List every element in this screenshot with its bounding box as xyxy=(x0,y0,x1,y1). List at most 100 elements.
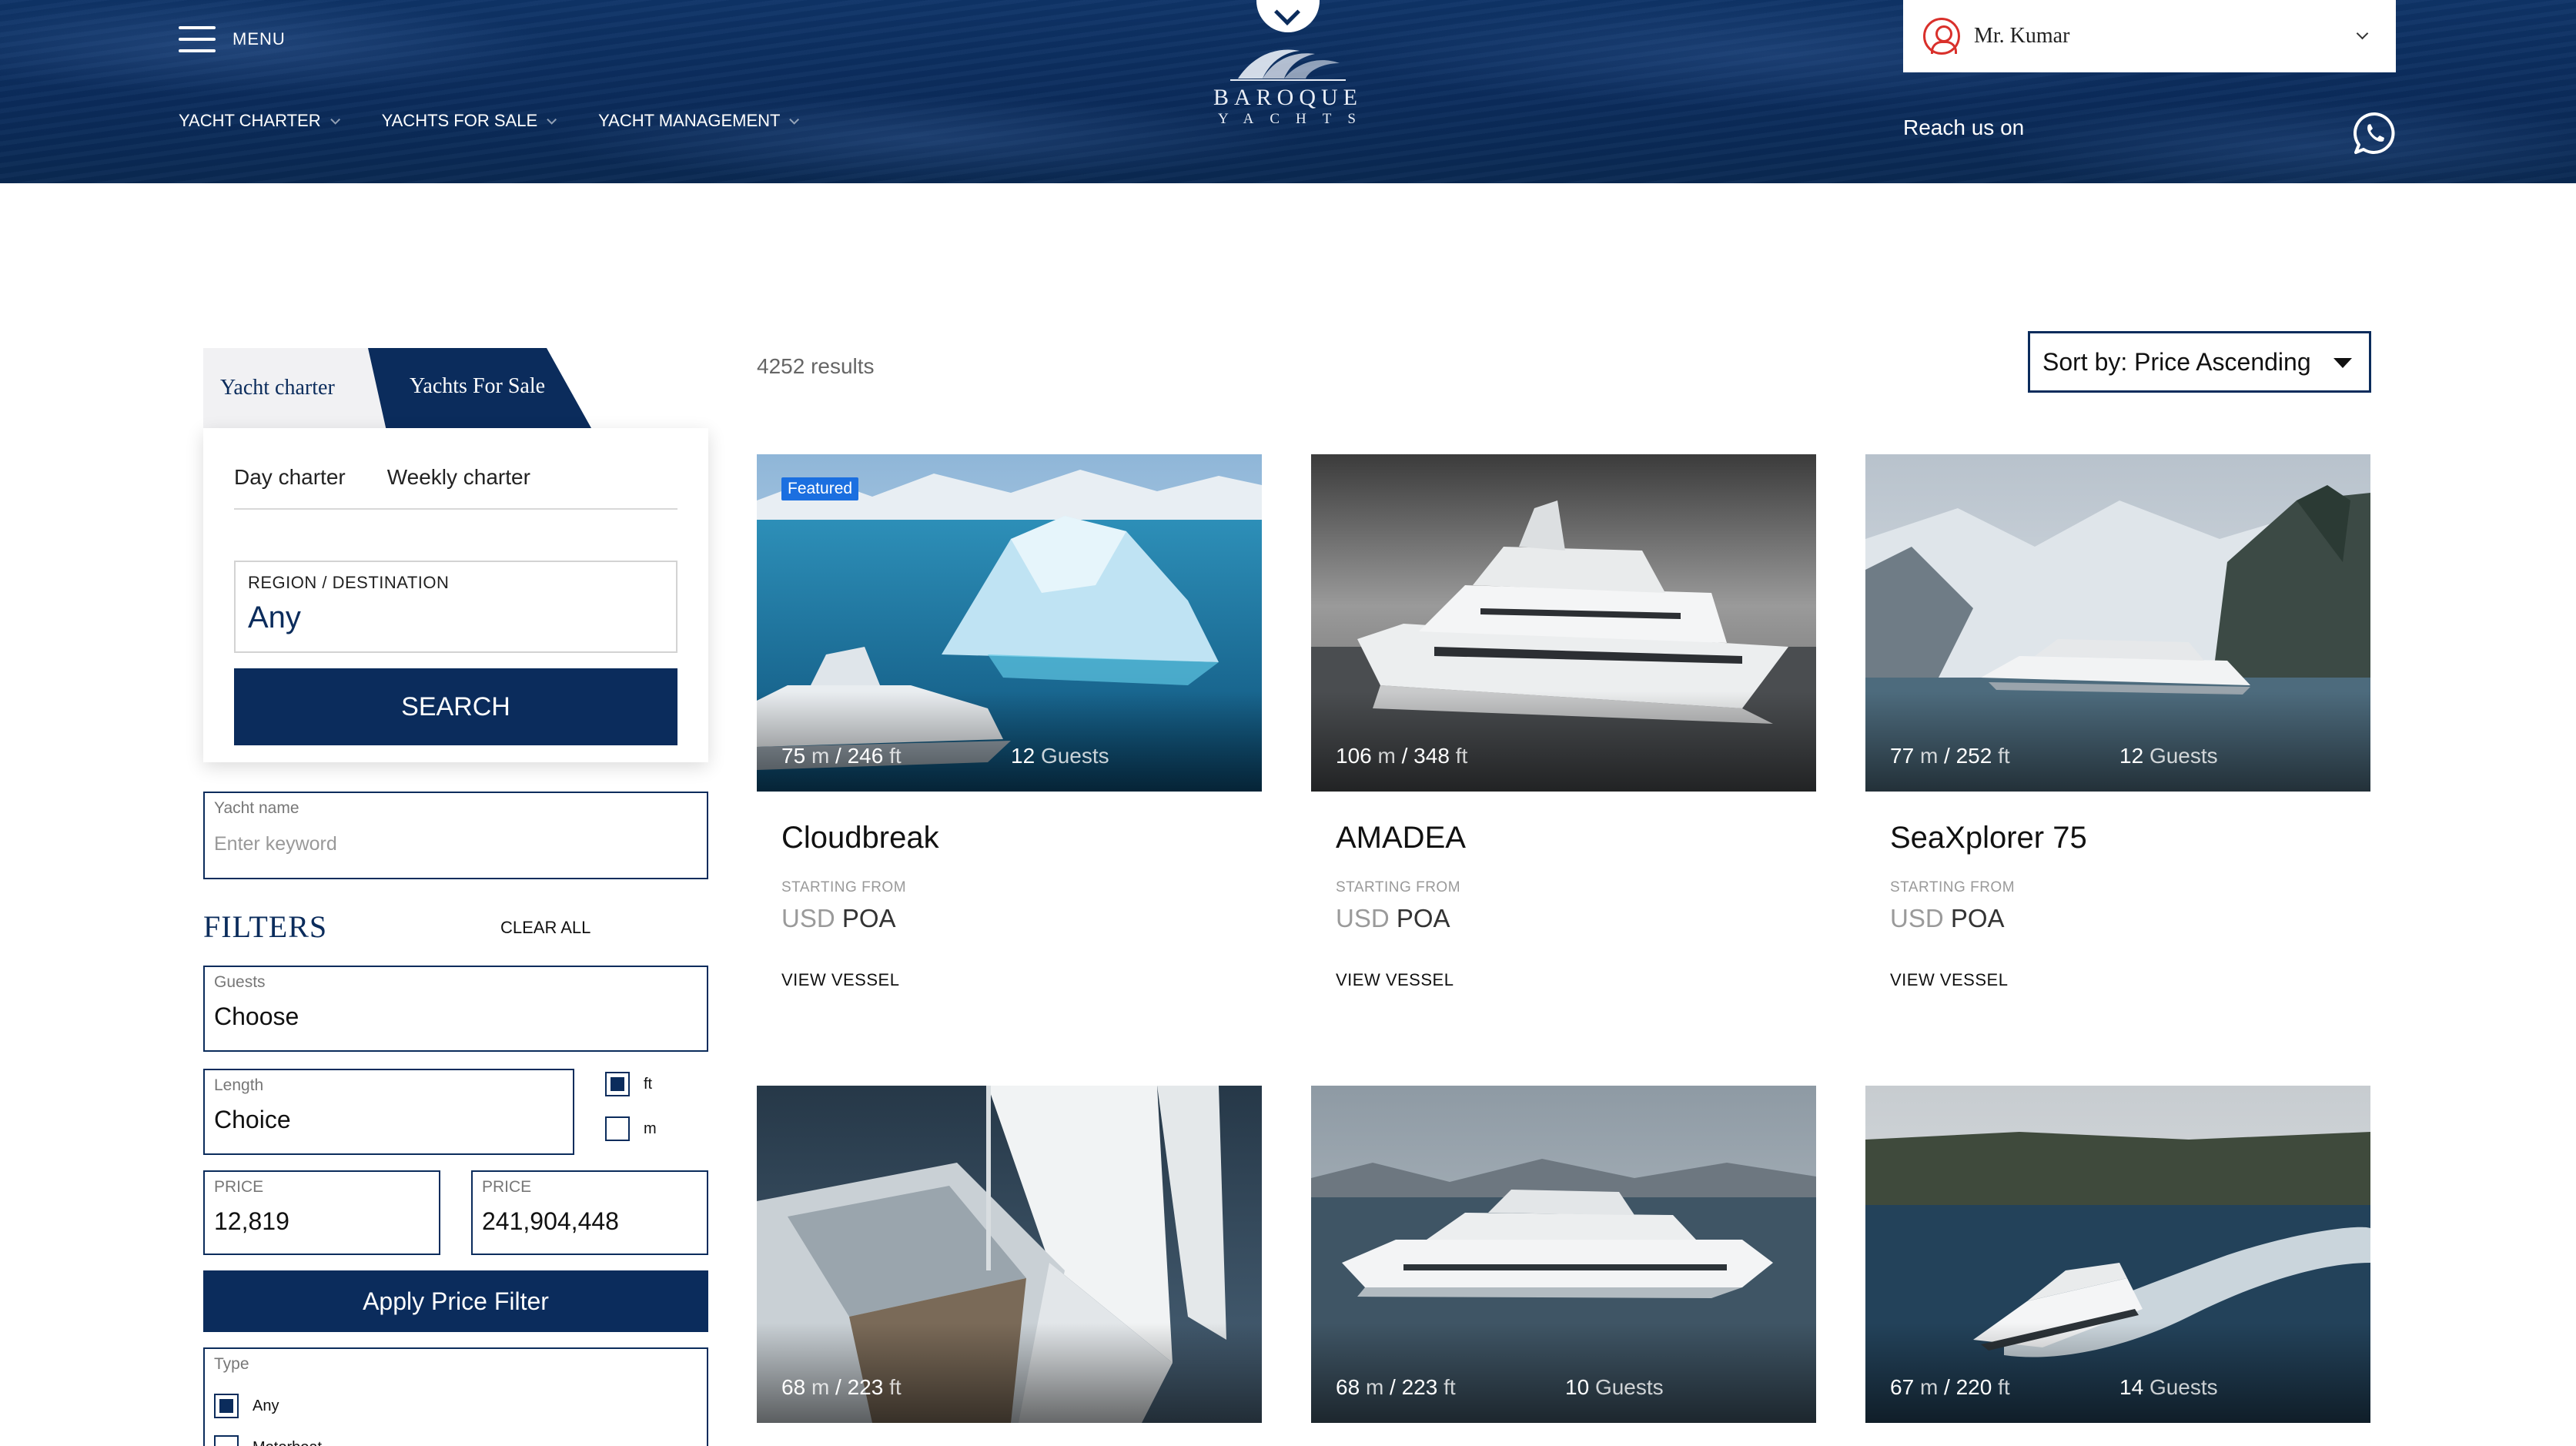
chevron-down-icon xyxy=(2356,27,2369,40)
yacht-price: USD POA xyxy=(1336,904,1450,933)
reach-us-text: Reach us on xyxy=(1903,115,2025,139)
type-any-checkbox[interactable] xyxy=(214,1394,239,1418)
length-m: 75 xyxy=(781,744,806,768)
yacht-image[interactable]: 106 m / 348 ft xyxy=(1311,454,1816,792)
price-min-field[interactable]: PRICE 12,819 xyxy=(203,1170,440,1255)
user-icon xyxy=(1923,18,1960,55)
nav-yacht-charter[interactable]: YACHT CHARTER xyxy=(179,111,340,131)
menu-label: MENU xyxy=(233,29,286,49)
sort-select[interactable]: Sort by: Price Ascending xyxy=(2028,331,2371,393)
yacht-name[interactable]: AMADEA xyxy=(1336,821,1466,855)
length-select[interactable]: Length Choice xyxy=(203,1069,574,1155)
length-ft: 220 xyxy=(1955,1375,1992,1399)
yacht-card: 68 m / 223 ft 10 Guests xyxy=(1311,1086,1816,1446)
price-currency: USD xyxy=(781,904,835,932)
region-destination-select[interactable]: REGION / DESTINATION Any xyxy=(234,561,677,653)
guests-select[interactable]: Guests Choose xyxy=(203,966,708,1052)
region-value: Any xyxy=(248,601,301,634)
user-dropdown[interactable]: Mr. Kumar xyxy=(1903,0,2396,72)
nav-yachts-for-sale[interactable]: YACHTS FOR SALE xyxy=(382,111,557,131)
type-any-option[interactable]: Any xyxy=(214,1394,279,1418)
yacht-card: 68 m / 223 ft xyxy=(757,1086,1262,1446)
yacht-card: 67 m / 220 ft 14 Guests xyxy=(1865,1086,2370,1446)
yacht-image[interactable]: 68 m / 223 ft 10 Guests xyxy=(1311,1086,1816,1423)
length-spec: 77 m / 252 ft xyxy=(1890,744,2010,768)
subtab-weekly-charter[interactable]: Weekly charter xyxy=(387,465,530,508)
unit-m-option[interactable]: m xyxy=(605,1116,657,1141)
chevron-down-icon xyxy=(330,114,340,125)
tab-label: Yachts For Sale xyxy=(410,374,546,398)
yacht-image[interactable]: 67 m / 220 ft 14 Guests xyxy=(1865,1086,2370,1423)
type-motorboat-checkbox[interactable] xyxy=(214,1435,239,1446)
subtab-day-charter[interactable]: Day charter xyxy=(234,465,346,508)
length-m: 68 xyxy=(781,1375,806,1399)
view-vessel-link[interactable]: VIEW VESSEL xyxy=(1336,970,1454,990)
yacht-name-placeholder: Enter keyword xyxy=(214,833,337,855)
filters-heading: FILTERS xyxy=(203,909,328,944)
whatsapp-icon[interactable] xyxy=(2353,111,2397,156)
nav-yacht-management[interactable]: YACHT MANAGEMENT xyxy=(598,111,800,131)
unit-ft-label: ft xyxy=(644,1075,653,1093)
price-value: POA xyxy=(1950,904,2005,932)
yacht-image[interactable]: 68 m / 223 ft xyxy=(757,1086,1262,1423)
yacht-price: USD POA xyxy=(1890,904,2005,933)
unit-ft: ft xyxy=(1998,744,2010,768)
chevron-down-icon xyxy=(1274,0,1300,25)
wave-logo-icon xyxy=(1230,49,1346,81)
length-ft: 246 xyxy=(847,744,884,768)
price-currency: USD xyxy=(1336,904,1390,932)
chevron-down-icon xyxy=(789,114,800,125)
guests-spec: 14 Guests xyxy=(2119,1375,2218,1400)
yacht-image[interactable]: Featured 75 m / 246 ft 12 Guests xyxy=(757,454,1262,792)
yacht-name[interactable]: SeaXplorer 75 xyxy=(1890,821,2087,855)
search-button[interactable]: SEARCH xyxy=(234,668,677,745)
length-m: 68 xyxy=(1336,1375,1360,1399)
length-m: 106 xyxy=(1336,744,1372,768)
yacht-image[interactable]: 77 m / 252 ft 12 Guests xyxy=(1865,454,2370,792)
length-label: Length xyxy=(214,1076,264,1094)
yacht-price: USD POA xyxy=(781,904,896,933)
guests-value: Choose xyxy=(214,1002,299,1030)
price-max-field[interactable]: PRICE 241,904,448 xyxy=(471,1170,708,1255)
yacht-card: 77 m / 252 ft 12 Guests SeaXplorer 75 ST… xyxy=(1865,454,2370,1009)
price-min-value: 12,819 xyxy=(214,1207,289,1235)
yacht-name[interactable]: Cloudbreak xyxy=(781,821,939,855)
view-vessel-link[interactable]: VIEW VESSEL xyxy=(1890,970,2008,990)
unit-ft: ft xyxy=(889,1375,902,1399)
unit-m: m xyxy=(811,1375,830,1399)
type-motorboat-option[interactable]: Motorboat xyxy=(214,1435,322,1446)
tab-label: Yacht charter xyxy=(220,376,335,400)
length-ft: 348 xyxy=(1413,744,1450,768)
tab-yachts-for-sale[interactable]: Yachts For Sale xyxy=(368,348,591,428)
length-spec: 67 m / 220 ft xyxy=(1890,1375,2010,1399)
view-vessel-link[interactable]: VIEW VESSEL xyxy=(781,970,899,990)
unit-m: m xyxy=(1919,1375,1939,1399)
scroll-down-button[interactable] xyxy=(1256,0,1320,32)
unit-ft: ft xyxy=(889,744,902,768)
tab-yacht-charter[interactable]: Yacht charter xyxy=(203,348,388,428)
yacht-card: Featured 75 m / 246 ft 12 Guests Cloudbr… xyxy=(757,454,1262,1009)
guests-count: 12 xyxy=(2119,744,2144,768)
length-m: 77 xyxy=(1890,744,1915,768)
nav-label: YACHT CHARTER xyxy=(179,111,321,130)
yacht-name-field[interactable]: Yacht name Enter keyword xyxy=(203,792,708,879)
apply-price-filter-button[interactable]: Apply Price Filter xyxy=(203,1270,708,1332)
unit-m-label: m xyxy=(644,1120,657,1137)
unit-ft-checkbox[interactable] xyxy=(605,1072,630,1096)
sort-label: Sort by: Price Ascending xyxy=(2042,347,2311,376)
site-logo[interactable]: BAROQUE YACHTS xyxy=(1201,0,1375,146)
nav-label: YACHT MANAGEMENT xyxy=(598,111,781,130)
length-spec: 75 m / 246 ft xyxy=(781,744,902,768)
price-max-label: PRICE xyxy=(482,1178,532,1196)
user-name: Mr. Kumar xyxy=(1974,24,2070,48)
length-spec: 68 m / 223 ft xyxy=(781,1375,902,1399)
type-any-label: Any xyxy=(253,1397,279,1414)
image-shade xyxy=(1865,691,2370,792)
search-mode-tabs: Yacht charter Yachts For Sale xyxy=(203,348,708,428)
length-value: Choice xyxy=(214,1106,291,1133)
unit-m-checkbox[interactable] xyxy=(605,1116,630,1141)
unit-ft-option[interactable]: ft xyxy=(605,1072,652,1096)
hamburger-icon xyxy=(179,26,216,52)
clear-all-link[interactable]: CLEAR ALL xyxy=(500,918,590,938)
menu-button[interactable]: MENU xyxy=(179,26,286,52)
